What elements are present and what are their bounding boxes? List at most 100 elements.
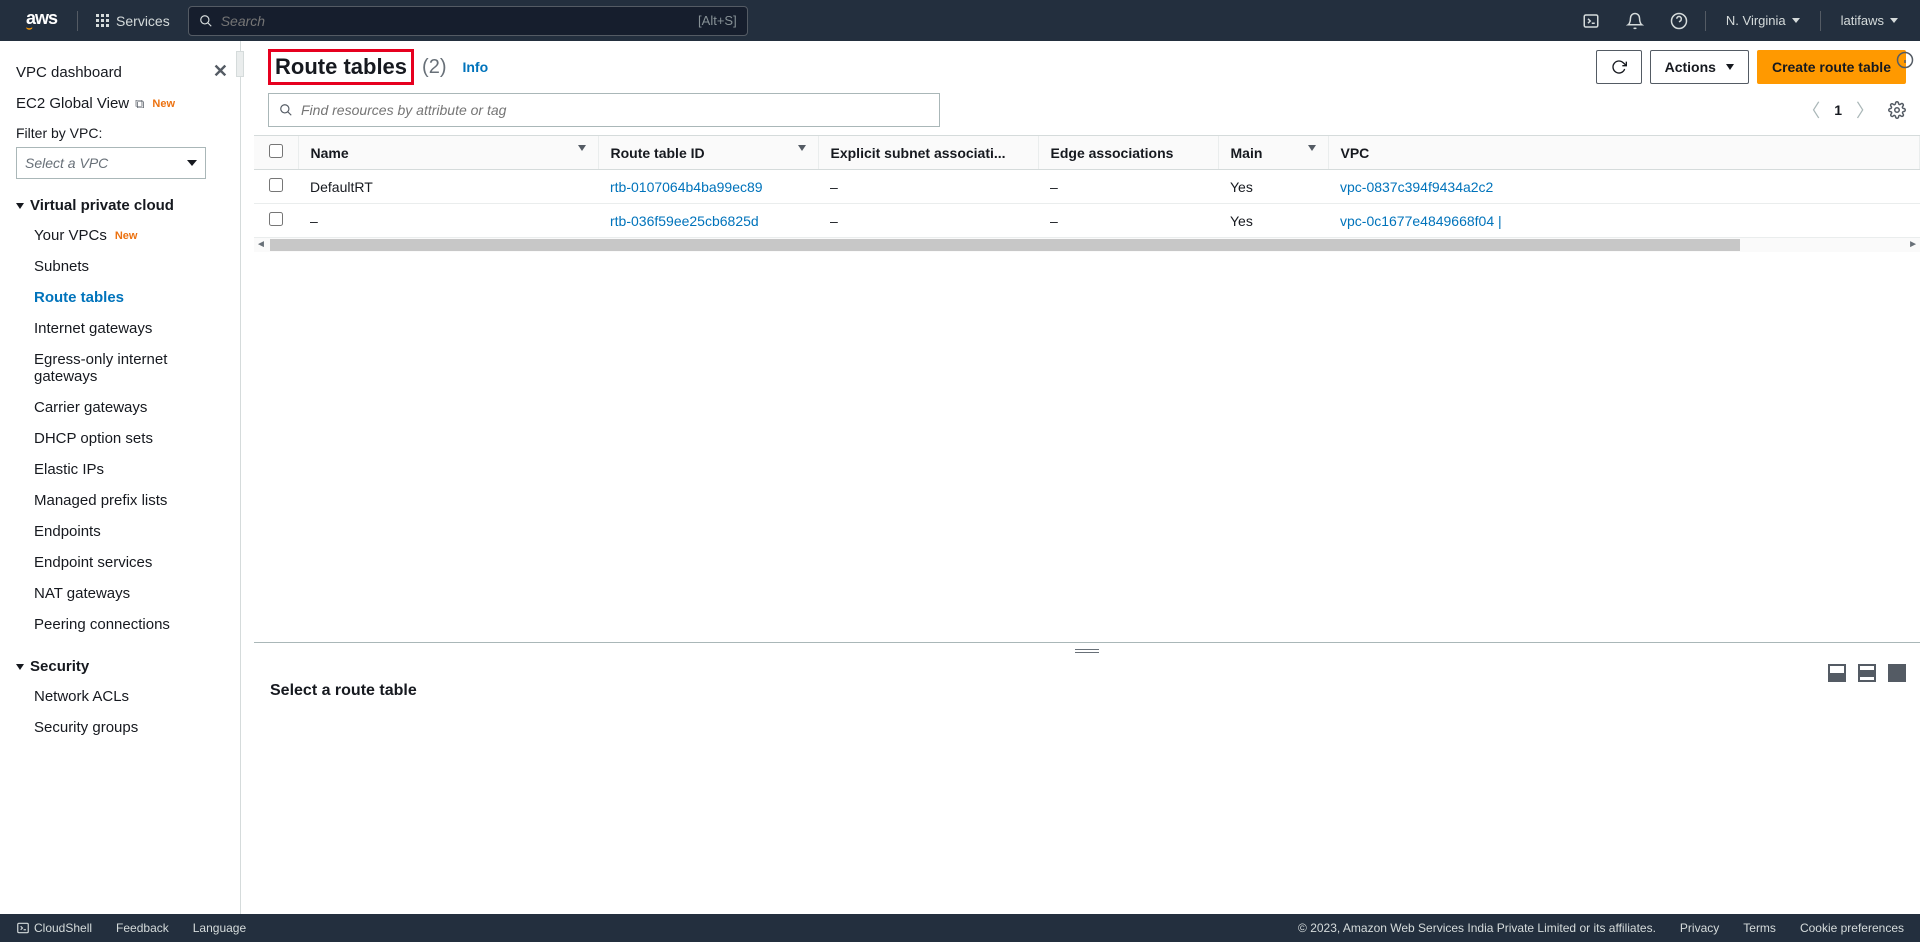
filter-vpc-label: Filter by VPC: — [16, 125, 240, 141]
grid-icon — [96, 14, 110, 28]
chevron-down-icon — [1726, 64, 1734, 70]
scroll-left-icon: ◄ — [256, 239, 266, 250]
cell-route-table-id[interactable]: rtb-0107064b4ba99ec89 — [598, 170, 818, 204]
sidebar-vpc-dashboard[interactable]: VPC dashboard — [16, 57, 240, 88]
details-panel-title: Select a route table — [270, 682, 1904, 700]
sidebar-item-prefix-lists[interactable]: Managed prefix lists — [16, 485, 240, 516]
account-menu[interactable]: latifaws — [1829, 13, 1910, 28]
top-navbar: aws⌣ Services [Alt+S] N. Virginia latifa… — [0, 0, 1920, 41]
filter-vpc-placeholder: Select a VPC — [25, 155, 108, 171]
cell-main: Yes — [1218, 204, 1328, 238]
sidebar-item-carrier-gateways[interactable]: Carrier gateways — [16, 392, 240, 423]
new-badge: New — [115, 230, 138, 242]
sidebar-section-security[interactable]: Security — [16, 652, 240, 681]
col-edge-assoc[interactable]: Edge associations — [1038, 136, 1218, 170]
sidebar-item-dhcp[interactable]: DHCP option sets — [16, 423, 240, 454]
refresh-icon — [1611, 59, 1627, 75]
sidebar-item-peering[interactable]: Peering connections — [16, 609, 240, 640]
info-panel-toggle[interactable] — [1896, 51, 1914, 69]
notifications-button[interactable] — [1617, 11, 1653, 31]
chevron-down-icon — [16, 203, 24, 209]
create-route-table-button[interactable]: Create route table — [1757, 50, 1906, 84]
col-main[interactable]: Main — [1218, 136, 1328, 170]
cell-route-table-id[interactable]: rtb-036f59ee25cb6825d — [598, 204, 818, 238]
sidebar-item-route-tables[interactable]: Route tables — [16, 282, 240, 313]
horizontal-scrollbar[interactable]: ◄ ► — [254, 238, 1920, 252]
sidebar-item-network-acls[interactable]: Network ACLs — [16, 681, 240, 712]
panel-layout-bottom-button[interactable] — [1828, 664, 1846, 682]
scroll-right-icon: ► — [1908, 239, 1918, 250]
cloudshell-icon — [16, 921, 30, 935]
sidebar-item-your-vpcs[interactable]: Your VPCs New — [16, 220, 240, 251]
services-menu-button[interactable]: Services — [88, 9, 178, 33]
aws-logo[interactable]: aws⌣ — [10, 8, 67, 34]
global-search-input[interactable] — [221, 13, 690, 29]
pager-page: 1 — [1834, 102, 1842, 118]
footer-cookie[interactable]: Cookie preferences — [1800, 921, 1904, 935]
details-panel: Select a route table — [254, 658, 1920, 914]
sort-icon — [798, 145, 806, 151]
footer-copyright: © 2023, Amazon Web Services India Privat… — [1298, 921, 1656, 935]
cell-main: Yes — [1218, 170, 1328, 204]
footer-language[interactable]: Language — [193, 921, 246, 935]
sidebar-item-nat-gateways[interactable]: NAT gateways — [16, 578, 240, 609]
cell-name: – — [298, 204, 598, 238]
sidebar-ec2-global[interactable]: EC2 Global View ⧉ New — [16, 88, 240, 119]
cell-vpc[interactable]: vpc-0c1677e4849668f04 | — [1328, 204, 1920, 238]
panel-layout-split-button[interactable] — [1858, 664, 1876, 682]
user-label: latifaws — [1841, 13, 1884, 28]
select-all-checkbox[interactable] — [269, 144, 283, 158]
scrollbar-thumb[interactable] — [270, 239, 1740, 251]
panel-layout-full-button[interactable] — [1888, 664, 1906, 682]
footer-feedback[interactable]: Feedback — [116, 921, 169, 935]
table-row[interactable]: DefaultRT rtb-0107064b4ba99ec89 – – Yes … — [254, 170, 1920, 204]
region-label: N. Virginia — [1726, 13, 1786, 28]
col-vpc[interactable]: VPC — [1328, 136, 1920, 170]
cell-edge: – — [1038, 204, 1218, 238]
sidebar-section-vpc[interactable]: Virtual private cloud — [16, 191, 240, 220]
filter-vpc-select[interactable]: Select a VPC — [16, 147, 206, 179]
pager-next[interactable]: 〉 — [1856, 97, 1874, 123]
sidebar-item-endpoint-services[interactable]: Endpoint services — [16, 547, 240, 578]
footer-terms[interactable]: Terms — [1743, 921, 1776, 935]
footer-cloudshell[interactable]: CloudShell — [16, 921, 92, 935]
cloudshell-button[interactable] — [1573, 11, 1609, 31]
sidebar-item-subnets[interactable]: Subnets — [16, 251, 240, 282]
sidebar-item-internet-gateways[interactable]: Internet gateways — [16, 313, 240, 344]
split-panel-handle[interactable] — [254, 642, 1920, 658]
col-route-table-id[interactable]: Route table ID — [598, 136, 818, 170]
close-sidebar-button[interactable]: ✕ — [213, 61, 228, 82]
table-row[interactable]: – rtb-036f59ee25cb6825d – – Yes vpc-0c16… — [254, 204, 1920, 238]
row-checkbox[interactable] — [269, 178, 283, 192]
actions-button[interactable]: Actions — [1650, 50, 1749, 84]
chevron-down-icon — [187, 160, 197, 166]
table-settings-button[interactable] — [1888, 101, 1906, 119]
footer-privacy[interactable]: Privacy — [1680, 921, 1719, 935]
col-name[interactable]: Name — [298, 136, 598, 170]
table-filter[interactable] — [268, 93, 940, 127]
sidebar-item-egress-gateways[interactable]: Egress-only internet gateways — [16, 344, 240, 392]
chevron-down-icon — [1792, 18, 1800, 23]
col-explicit-subnet[interactable]: Explicit subnet associati... — [818, 136, 1038, 170]
help-button[interactable] — [1661, 11, 1697, 31]
sidebar-item-security-groups[interactable]: Security groups — [16, 712, 240, 743]
sort-icon — [578, 145, 586, 151]
external-link-icon: ⧉ — [135, 96, 144, 112]
chevron-down-icon — [1890, 18, 1898, 23]
new-badge: New — [152, 98, 175, 110]
info-link[interactable]: Info — [462, 59, 488, 75]
search-icon — [279, 103, 293, 117]
row-checkbox[interactable] — [269, 212, 283, 226]
pager-prev[interactable]: 〈 — [1802, 97, 1820, 123]
main-content: Route tables (2) Info Actions Create rou… — [254, 41, 1920, 914]
route-tables-table: Name Route table ID Explicit subnet asso… — [254, 136, 1920, 238]
sidebar-item-endpoints[interactable]: Endpoints — [16, 516, 240, 547]
refresh-button[interactable] — [1596, 50, 1642, 84]
cell-vpc[interactable]: vpc-0837c394f9434a2c2 — [1328, 170, 1920, 204]
sidebar-item-elastic-ips[interactable]: Elastic IPs — [16, 454, 240, 485]
table-filter-input[interactable] — [301, 102, 929, 118]
global-search[interactable]: [Alt+S] — [188, 6, 748, 36]
region-selector[interactable]: N. Virginia — [1714, 13, 1812, 28]
sidebar-resize-handle[interactable] — [240, 41, 254, 914]
cell-explicit: – — [818, 204, 1038, 238]
